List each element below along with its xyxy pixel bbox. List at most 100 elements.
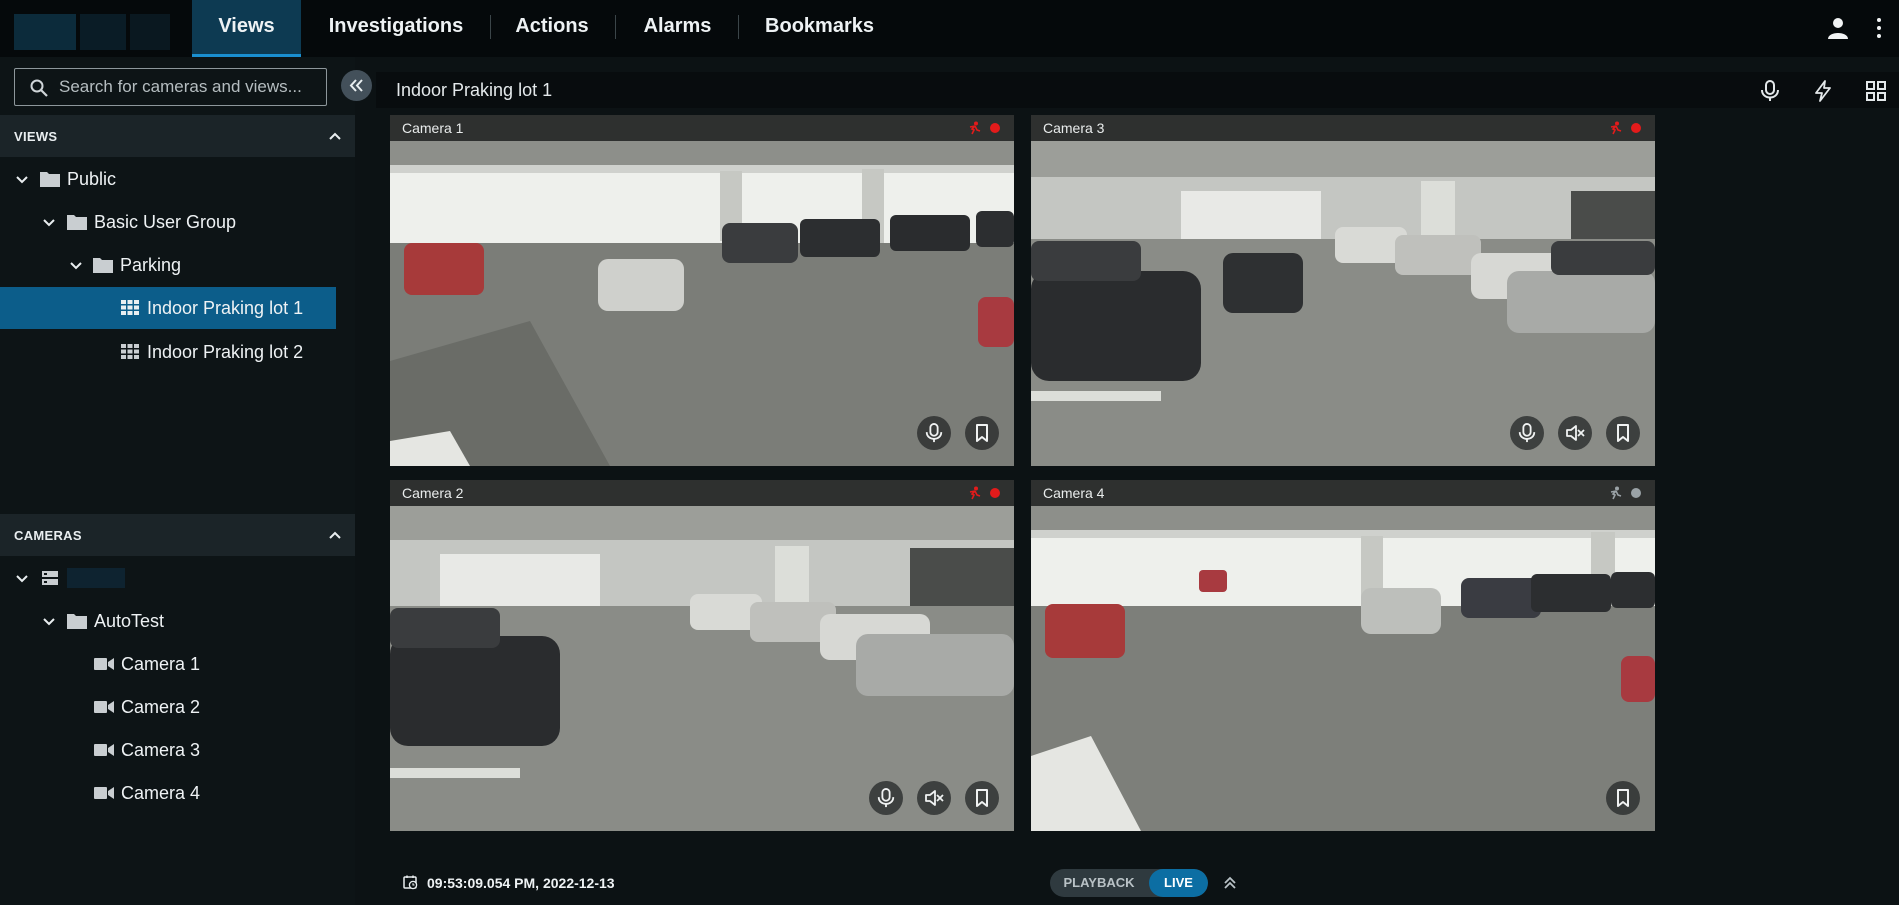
sidebar: VIEWS Public Basic User Group Parking In… xyxy=(0,57,355,905)
top-navigation-bar: Views Investigations Actions Alarms Book… xyxy=(0,0,1899,57)
views-section-header[interactable]: VIEWS xyxy=(0,115,355,157)
folder-icon xyxy=(67,614,87,629)
speaker-muted-icon xyxy=(1566,425,1585,441)
lightning-icon[interactable] xyxy=(1812,80,1834,102)
search-icon xyxy=(30,79,48,97)
camera-tile-camera-4[interactable]: Camera 4 xyxy=(1031,480,1655,831)
mute-button[interactable] xyxy=(917,781,951,815)
tree-item-camera-3[interactable]: Camera 3 xyxy=(0,729,336,771)
bookmark-button[interactable] xyxy=(1606,416,1640,450)
camera-name: Camera 2 xyxy=(402,485,464,501)
tab-views[interactable]: Views xyxy=(192,0,301,57)
bookmark-icon xyxy=(976,424,988,442)
search-field[interactable] xyxy=(14,68,327,106)
playback-mode-button[interactable]: PLAYBACK xyxy=(1050,869,1148,897)
chevron-down-icon[interactable] xyxy=(15,173,29,187)
calendar-clock-icon[interactable] xyxy=(403,875,418,890)
bookmark-button[interactable] xyxy=(965,416,999,450)
camera-feed-image xyxy=(390,506,1014,831)
tab-divider xyxy=(738,15,739,39)
tree-item-label: Public xyxy=(67,169,117,189)
video-camera-icon xyxy=(94,744,114,756)
video-camera-icon xyxy=(94,701,114,713)
tree-item-public[interactable]: Public xyxy=(0,158,336,200)
tree-item-indoor-praking-lot-2[interactable]: Indoor Praking lot 2 xyxy=(0,331,336,373)
camera-tile-camera-3[interactable]: Camera 3 xyxy=(1031,115,1655,466)
tree-item-label: Camera 3 xyxy=(121,740,201,760)
collapse-sidebar-button[interactable] xyxy=(341,70,372,101)
current-timestamp[interactable]: 09:53:09.054 PM, 2022-12-13 xyxy=(427,875,615,891)
recording-indicator xyxy=(990,488,1000,498)
tree-item-label: Parking xyxy=(120,255,182,275)
bookmark-button[interactable] xyxy=(965,781,999,815)
tree-item-label: Camera 1 xyxy=(121,654,201,674)
camera-name: Camera 4 xyxy=(1043,485,1105,501)
recording-indicator xyxy=(1631,123,1641,133)
search-input[interactable] xyxy=(59,69,321,105)
tab-alarms[interactable]: Alarms xyxy=(630,0,725,57)
speaker-muted-icon xyxy=(925,790,944,806)
tab-actions[interactable]: Actions xyxy=(504,0,600,57)
cameras-section-header[interactable]: CAMERAS xyxy=(0,514,355,556)
tree-item-camera-2[interactable]: Camera 2 xyxy=(0,686,336,728)
motion-detected-icon xyxy=(969,121,981,135)
bookmark-icon xyxy=(1617,424,1629,442)
views-section-label: VIEWS xyxy=(14,129,58,144)
tree-item-parking[interactable]: Parking xyxy=(0,244,336,286)
grid-layout-icon[interactable] xyxy=(1865,80,1887,102)
tree-item-label: Indoor Praking lot 1 xyxy=(147,298,304,318)
microphone-button[interactable] xyxy=(1510,416,1544,450)
microphone-icon[interactable] xyxy=(1759,80,1781,102)
motion-detected-icon xyxy=(1610,121,1622,135)
video-camera-icon xyxy=(94,658,114,670)
double-chevron-up-icon[interactable] xyxy=(1221,874,1239,892)
chevron-down-icon[interactable] xyxy=(42,216,56,230)
folder-icon xyxy=(67,215,87,230)
grid-view-icon xyxy=(121,344,139,359)
folder-icon xyxy=(40,172,60,187)
playback-live-toggle[interactable]: PLAYBACK LIVE xyxy=(1050,869,1208,897)
chevron-down-icon[interactable] xyxy=(42,615,56,629)
camera-title-bar: Camera 2 xyxy=(390,480,1014,506)
camera-tile-camera-1[interactable]: Camera 1 xyxy=(390,115,1014,466)
tab-bookmarks[interactable]: Bookmarks xyxy=(752,0,887,57)
recording-indicator xyxy=(990,123,1000,133)
chevron-up-icon[interactable] xyxy=(327,527,343,543)
bookmark-button[interactable] xyxy=(1606,781,1640,815)
camera-feed-image xyxy=(1031,506,1655,831)
server-name-redacted xyxy=(67,568,125,588)
camera-tile-camera-2[interactable]: Camera 2 xyxy=(390,480,1014,831)
microphone-button[interactable] xyxy=(917,416,951,450)
tree-item-indoor-praking-lot-1[interactable]: Indoor Praking lot 1 xyxy=(0,287,336,329)
chevron-up-icon[interactable] xyxy=(327,128,343,144)
camera-feed-image xyxy=(390,141,1014,466)
microphone-icon xyxy=(925,423,943,443)
chevron-down-icon[interactable] xyxy=(15,572,29,586)
kebab-menu-icon[interactable] xyxy=(1876,16,1882,40)
microphone-icon xyxy=(1518,423,1536,443)
camera-name: Camera 3 xyxy=(1043,120,1105,136)
bookmark-icon xyxy=(976,789,988,807)
grid-view-icon xyxy=(121,300,139,315)
tree-item-camera-4[interactable]: Camera 4 xyxy=(0,772,336,814)
tree-item-basic-user-group[interactable]: Basic User Group xyxy=(0,201,336,243)
brand-logo xyxy=(14,14,174,50)
tree-item-autotest[interactable]: AutoTest xyxy=(0,600,336,642)
tree-item-camera-1[interactable]: Camera 1 xyxy=(0,643,336,685)
tab-investigations[interactable]: Investigations xyxy=(320,0,472,57)
folder-icon xyxy=(93,258,113,273)
live-mode-button[interactable]: LIVE xyxy=(1149,869,1208,897)
microphone-button[interactable] xyxy=(869,781,903,815)
video-camera-icon xyxy=(94,787,114,799)
tree-item-server[interactable] xyxy=(0,557,336,599)
double-chevron-left-icon xyxy=(349,79,363,92)
cameras-section-label: CAMERAS xyxy=(14,528,82,543)
server-icon xyxy=(42,571,58,585)
chevron-down-icon[interactable] xyxy=(69,259,83,273)
recording-indicator xyxy=(1631,488,1641,498)
user-icon[interactable] xyxy=(1826,16,1850,40)
tree-item-label: AutoTest xyxy=(94,611,165,631)
camera-name: Camera 1 xyxy=(402,120,464,136)
mute-button[interactable] xyxy=(1558,416,1592,450)
tree-item-label: Camera 2 xyxy=(121,697,201,717)
